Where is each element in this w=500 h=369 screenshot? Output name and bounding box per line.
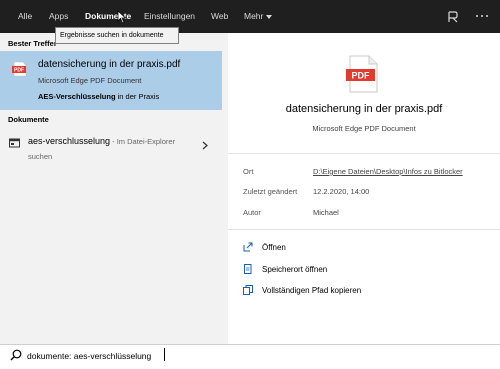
- folder-location-icon: [244, 264, 252, 274]
- best-match-excerpt: AES-Verschlüsselung in der Praxis: [38, 92, 159, 101]
- preview-title: datensicherung in der praxis.pdf: [285, 103, 443, 115]
- document-hint-2: suchen: [28, 152, 53, 161]
- documents-heading: Dokumente: [8, 115, 49, 124]
- divider: [228, 229, 500, 230]
- mouse-cursor-icon: [117, 10, 127, 24]
- pdf-icon: PDF: [12, 61, 27, 77]
- meta-value-location[interactable]: D:\Eigene Dateien\Desktop\Infos zu Bitlo…: [313, 167, 463, 176]
- tab-mehr-label: Mehr: [244, 11, 264, 21]
- document-title: aes-verschlusselung - Im Datei-Explorer: [28, 136, 175, 146]
- open-icon: [243, 242, 253, 252]
- file-explorer-icon: [9, 138, 20, 148]
- feedback-icon[interactable]: [446, 10, 460, 24]
- tab-alle[interactable]: Alle: [18, 0, 32, 33]
- chevron-down-icon: [266, 14, 273, 19]
- tab-web[interactable]: Web: [211, 0, 228, 33]
- best-match-highlight: AES-Verschlüsselung: [38, 92, 116, 101]
- more-options-icon[interactable]: [476, 13, 488, 19]
- pdf-icon-large: PDF: [346, 55, 378, 93]
- search-input[interactable]: [27, 348, 487, 364]
- best-match-heading: Bester Treffer: [8, 39, 57, 48]
- action-copy-path-label: Vollständigen Pfad kopieren: [262, 286, 362, 295]
- action-open-location-label: Speicherort öffnen: [262, 265, 328, 274]
- tab-mehr[interactable]: Mehr: [244, 0, 273, 33]
- chevron-right-icon[interactable]: [202, 141, 208, 150]
- meta-key-author: Autor: [243, 208, 261, 217]
- best-match-title: datensicherung in der praxis.pdf: [38, 59, 181, 70]
- meta-value-author: Michael: [313, 208, 339, 217]
- tooltip: Ergebnisse suchen in dokumente: [55, 27, 179, 44]
- best-match-type: Microsoft Edge PDF Document: [38, 76, 142, 85]
- document-hint: - Im Datei-Explorer: [110, 137, 176, 146]
- meta-value-modified: 12.2.2020, 14:00: [313, 187, 370, 196]
- svg-text:PDF: PDF: [14, 68, 24, 74]
- best-match-excerpt-rest: in der Praxis: [115, 92, 160, 101]
- meta-key-modified: Zuletzt geändert: [243, 187, 298, 196]
- meta-key-location: Ort: [243, 167, 254, 176]
- svg-text:PDF: PDF: [352, 71, 371, 81]
- text-caret: [164, 348, 165, 361]
- copy-path-icon: [243, 285, 253, 295]
- document-title-text: aes-verschlusselung: [28, 136, 111, 146]
- preview-type: Microsoft Edge PDF Document: [312, 124, 416, 133]
- divider: [228, 153, 500, 154]
- search-icon: [10, 349, 22, 361]
- action-open-label: Öffnen: [262, 243, 286, 252]
